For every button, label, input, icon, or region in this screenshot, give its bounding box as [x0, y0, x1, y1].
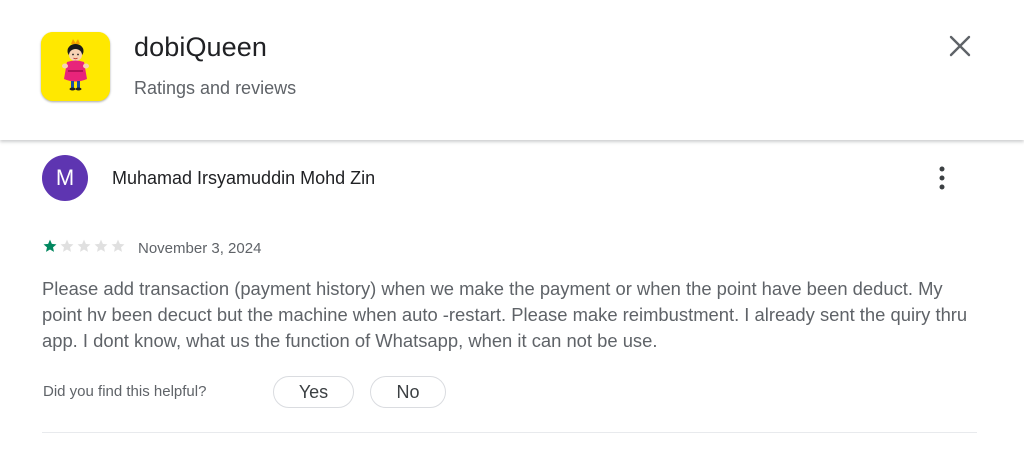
review-text: Please add transaction (payment history)… — [42, 278, 968, 351]
app-icon — [41, 32, 110, 101]
review-date: November 3, 2024 — [138, 240, 262, 257]
dobiqueen-mascot-icon — [41, 32, 110, 101]
ratings-dialog: dobiQueen Ratings and reviews M Muhamad … — [0, 0, 1024, 454]
avatar: M — [42, 155, 88, 201]
no-button[interactable]: No — [370, 376, 446, 408]
review-card: M Muhamad Irsyamuddin Mohd Zin November … — [0, 140, 1024, 454]
star-rating — [42, 238, 126, 254]
star-filled-icon — [43, 239, 57, 252]
close-button[interactable] — [942, 28, 978, 64]
star-empty-icon — [111, 239, 125, 252]
star-empty-icon — [60, 239, 74, 252]
dialog-subtitle: Ratings and reviews — [134, 78, 297, 98]
more-options-button[interactable] — [928, 163, 956, 193]
close-icon — [949, 35, 971, 57]
divider — [42, 432, 977, 433]
dialog-header: dobiQueen Ratings and reviews — [0, 0, 1024, 140]
more-vert-icon — [939, 166, 945, 190]
star-empty-icon — [94, 239, 108, 252]
yes-button[interactable]: Yes — [273, 376, 354, 408]
star-empty-icon — [77, 239, 91, 252]
review-author: Muhamad Irsyamuddin Mohd Zin — [112, 168, 376, 188]
app-title: dobiQueen — [134, 32, 268, 62]
helpful-prompt: Did you find this helpful? — [43, 383, 207, 400]
